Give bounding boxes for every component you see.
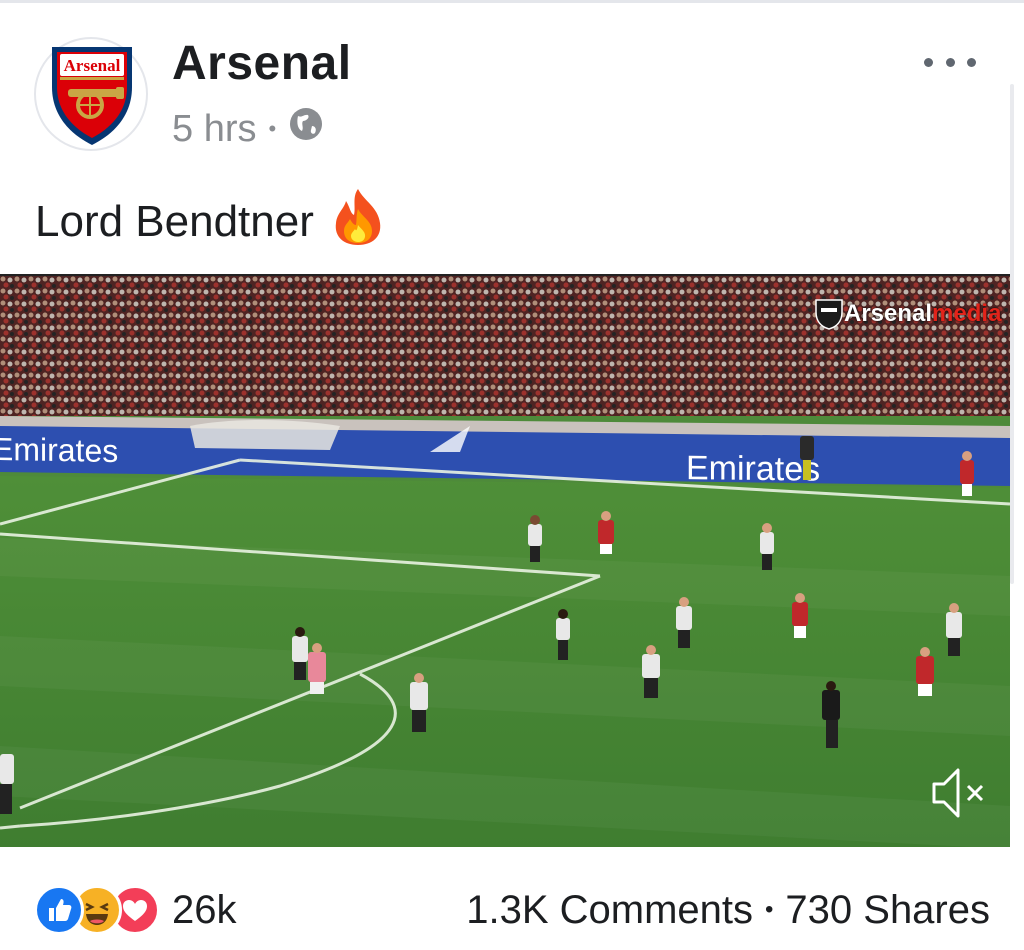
post-message: Lord Bendtner bbox=[35, 197, 314, 246]
more-dot-icon bbox=[945, 57, 955, 67]
fire-emoji-icon bbox=[330, 187, 386, 258]
reactions-summary[interactable]: 26k bbox=[34, 885, 237, 935]
more-dot-icon bbox=[924, 57, 933, 67]
top-divider bbox=[0, 0, 1024, 3]
speaker-muted-icon bbox=[932, 768, 984, 818]
engagement-stats: 1.3K Comments • 730 Shares bbox=[466, 885, 990, 935]
globe-icon bbox=[288, 106, 324, 152]
meta-separator: • bbox=[268, 116, 277, 141]
video-player[interactable]: Emirates Emirates Arsenal media bbox=[0, 274, 1010, 847]
comments-link[interactable]: 1.3K Comments bbox=[466, 888, 753, 933]
more-options-button[interactable] bbox=[924, 52, 976, 72]
video-frame: Emirates Emirates bbox=[0, 276, 1010, 847]
more-dot-icon bbox=[967, 57, 976, 67]
post-time[interactable]: 5 hrs bbox=[172, 108, 256, 151]
crest-text: Arsenal bbox=[64, 56, 121, 75]
watermark-brand: Arsenal bbox=[844, 300, 933, 327]
post-text: Lord Bendtner bbox=[35, 188, 386, 252]
video-watermark: Arsenal media bbox=[814, 298, 1001, 330]
post-meta: 5 hrs • bbox=[172, 106, 324, 152]
stats-separator: • bbox=[765, 896, 774, 923]
watermark-media: media bbox=[932, 300, 1002, 327]
mute-button[interactable] bbox=[928, 762, 990, 829]
arsenal-crest-icon: Arsenal bbox=[52, 47, 132, 145]
reaction-count: 26k bbox=[172, 887, 237, 932]
page-avatar[interactable]: Arsenal bbox=[34, 37, 148, 151]
board-text-left: Emirates bbox=[0, 431, 118, 469]
shares-link[interactable]: 730 Shares bbox=[785, 888, 990, 933]
arsenal-crest-icon bbox=[815, 299, 843, 330]
scrollbar[interactable] bbox=[1010, 84, 1014, 584]
page-name[interactable]: Arsenal bbox=[172, 36, 352, 91]
like-icon bbox=[34, 885, 84, 935]
